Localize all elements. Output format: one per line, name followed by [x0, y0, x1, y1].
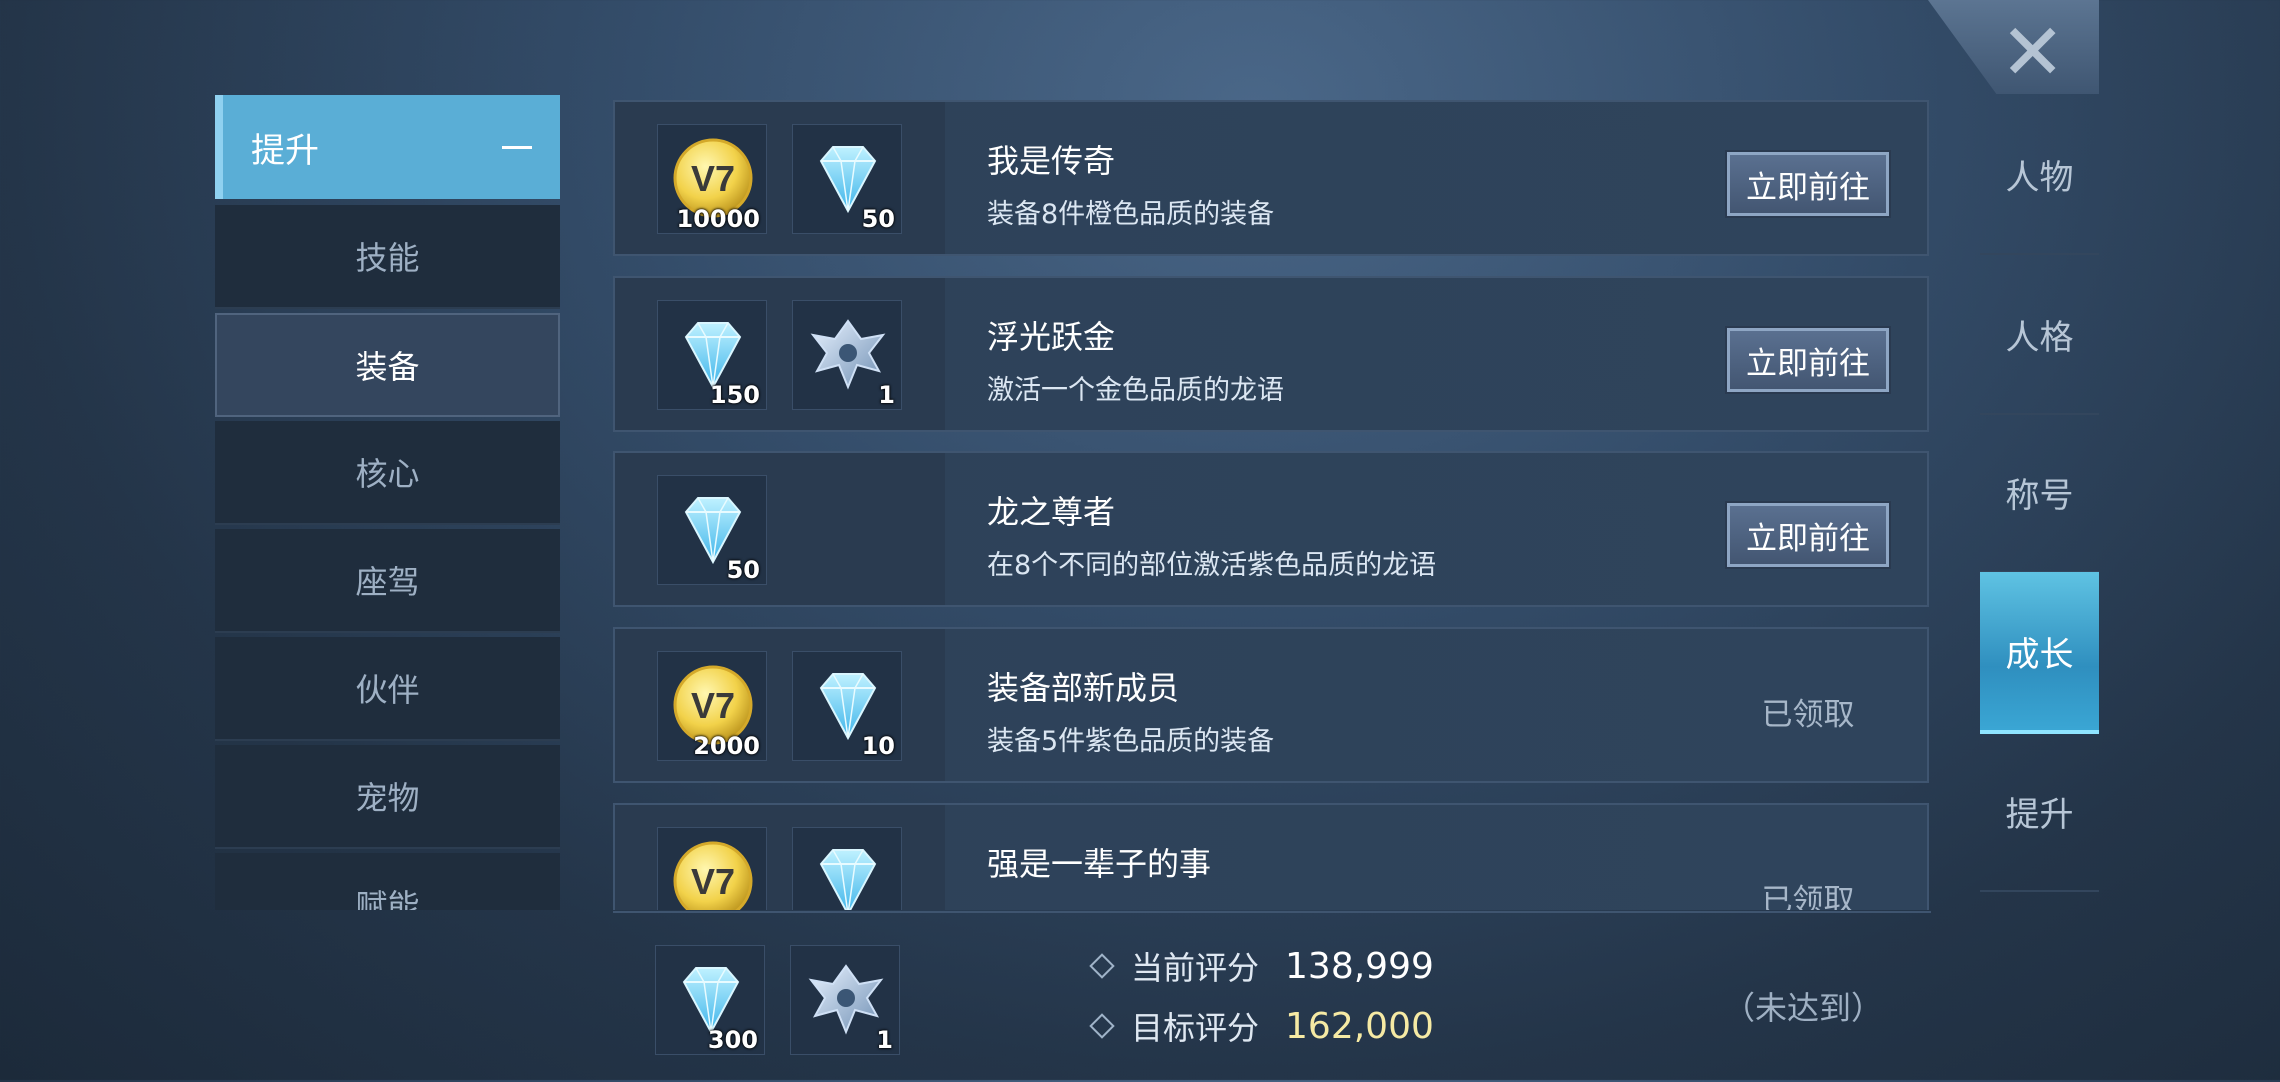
diamond-icon — [803, 836, 893, 910]
reward-quantity: 10 — [861, 732, 895, 760]
menu-item-skill[interactable]: 技能 — [215, 205, 560, 309]
task-row: 10000 50 我是传奇 装备8件橙色品质的装备 立即前往 — [613, 100, 1929, 256]
reward-quantity: 1 — [878, 381, 895, 409]
task-row: 150 1 浮光跃金 激活一个金色品质的龙语 立即前往 — [613, 276, 1929, 432]
menu-item-equipment[interactable]: 装备 — [215, 313, 560, 417]
score-panel: 300 1 当前评分 138,999 目标评分 162,000 （未达到） — [613, 911, 1931, 1082]
reward-quantity: 150 — [709, 381, 760, 409]
task-title: 强是一辈子的事 — [987, 845, 1212, 883]
right-tab-bar: 人物 人格 称号 成长 提升 — [1980, 95, 2099, 895]
task-title: 龙之尊者 — [987, 493, 1116, 531]
reward-slot[interactable]: 50 — [792, 124, 902, 234]
reward-quantity: 300 — [707, 1026, 758, 1054]
reward-slot[interactable] — [657, 827, 767, 910]
target-score-label: 目标评分 — [1131, 1009, 1260, 1047]
claimed-status: 已领取 — [1761, 696, 1855, 733]
task-description: 激活一个金色品质的龙语 — [987, 375, 1284, 406]
go-now-button[interactable]: 立即前往 — [1727, 328, 1889, 392]
reward-quantity: 1 — [876, 1026, 893, 1054]
menu-item-partner[interactable]: 伙伴 — [215, 637, 560, 741]
tab-personality[interactable]: 人格 — [1980, 255, 2099, 415]
current-score-row: 当前评分 138,999 — [1089, 943, 1434, 989]
task-row: 强是一辈子的事 已领取 — [613, 803, 1929, 910]
menu-item-mount[interactable]: 座驾 — [215, 529, 560, 633]
menu-item-empower[interactable]: 赋能 — [215, 853, 560, 910]
close-icon[interactable]: ✕ — [2000, 8, 2065, 98]
tab-upgrade[interactable]: 提升 — [1980, 732, 2099, 892]
bullet-icon — [1089, 953, 1115, 979]
go-now-button[interactable]: 立即前往 — [1727, 503, 1889, 567]
task-row: 50 龙之尊者 在8个不同的部位激活紫色品质的龙语 立即前往 — [613, 451, 1929, 607]
target-score-row: 目标评分 162,000 — [1089, 1003, 1434, 1049]
go-now-button[interactable]: 立即前往 — [1727, 152, 1889, 216]
reward-slot[interactable]: 1 — [792, 300, 902, 410]
task-list[interactable]: 10000 50 我是传奇 装备8件橙色品质的装备 立即前往 150 1 浮光跃… — [613, 100, 1931, 910]
category-menu: 提升 技能 装备 核心 座驾 伙伴 宠物 赋能 — [215, 95, 560, 910]
menu-item-core[interactable]: 核心 — [215, 421, 560, 525]
tab-title[interactable]: 称号 — [1980, 413, 2099, 573]
reward-slot[interactable]: 10 — [792, 651, 902, 761]
task-title: 装备部新成员 — [987, 669, 1180, 707]
reward-slot[interactable]: 300 — [655, 945, 765, 1055]
reward-slot[interactable]: 10000 — [657, 124, 767, 234]
task-title: 浮光跃金 — [987, 318, 1116, 356]
gold-coin-icon — [668, 836, 758, 910]
task-description: 装备5件紫色品质的装备 — [987, 726, 1275, 757]
task-row: 2000 10 装备部新成员 装备5件紫色品质的装备 已领取 — [613, 627, 1929, 783]
reward-slot[interactable] — [792, 827, 902, 910]
not-reached-status: （未达到） — [1723, 989, 1884, 1027]
reward-slot[interactable]: 2000 — [657, 651, 767, 761]
task-description: 在8个不同的部位激活紫色品质的龙语 — [987, 550, 1437, 581]
reward-slot[interactable]: 1 — [790, 945, 900, 1055]
current-score-label: 当前评分 — [1131, 949, 1260, 987]
reward-quantity: 50 — [726, 556, 760, 584]
claimed-status: 已领取 — [1761, 882, 1855, 911]
reward-quantity: 50 — [861, 205, 895, 233]
menu-item-pet[interactable]: 宠物 — [215, 745, 560, 849]
reward-slot[interactable]: 150 — [657, 300, 767, 410]
collapse-icon[interactable] — [502, 145, 532, 149]
tab-growth[interactable]: 成长 — [1980, 572, 2099, 734]
current-score-value: 138,999 — [1285, 945, 1434, 987]
tab-character[interactable]: 人物 — [1980, 95, 2099, 255]
bullet-icon — [1089, 1013, 1115, 1039]
reward-quantity: 2000 — [693, 732, 760, 760]
task-description: 装备8件橙色品质的装备 — [987, 199, 1275, 230]
reward-slot[interactable]: 50 — [657, 475, 767, 585]
task-title: 我是传奇 — [987, 142, 1116, 180]
menu-header-label: 提升 — [251, 130, 319, 171]
reward-quantity: 10000 — [676, 205, 761, 233]
target-score-value: 162,000 — [1285, 1005, 1434, 1047]
menu-header-upgrade[interactable]: 提升 — [215, 95, 560, 199]
